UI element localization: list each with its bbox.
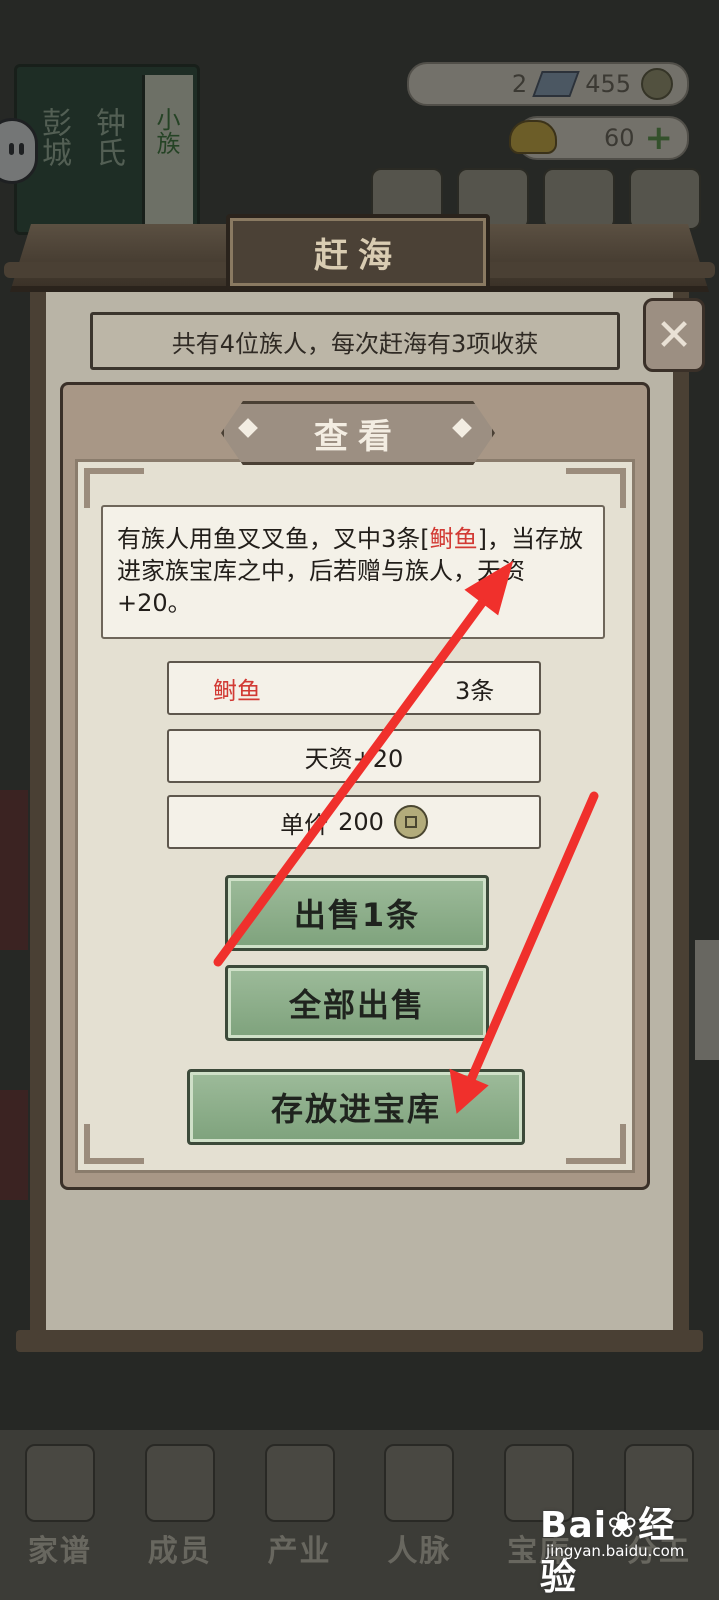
corner-ornament xyxy=(84,468,144,508)
price-value: 200 xyxy=(338,808,384,836)
item-row: 鲥鱼 3条 xyxy=(167,661,541,715)
item-quantity: 3条 xyxy=(455,676,495,705)
watermark-url: jingyan.baidu.com xyxy=(546,1542,685,1560)
price-label: 单价 xyxy=(280,810,329,839)
panel-floor xyxy=(16,1330,703,1352)
panel-title: 赶海 xyxy=(226,214,490,290)
coin-icon xyxy=(393,805,428,839)
corner-ornament xyxy=(566,1124,626,1164)
description-text: 有族人用鱼叉叉鱼，叉中3条[ xyxy=(117,525,430,553)
description-highlight: 鲥鱼 xyxy=(429,525,478,553)
popup-title: 查看 xyxy=(221,401,495,465)
corner-ornament xyxy=(84,1124,144,1164)
item-effect: 天资+20 xyxy=(304,744,404,773)
item-name: 鲥鱼 xyxy=(213,676,261,705)
panel-pillar xyxy=(673,282,689,1352)
price-row: 单价 200 xyxy=(167,795,541,849)
sell-one-button[interactable]: 出售1条 xyxy=(225,875,489,951)
corner-ornament xyxy=(566,468,626,508)
panel-pillar xyxy=(30,282,46,1352)
panel-summary: 共有4位族人，每次赶海有3项收获 xyxy=(90,312,620,370)
baidu-watermark: Bai❀经验 jingyan.baidu.com xyxy=(540,1490,710,1598)
sell-all-button[interactable]: 全部出售 xyxy=(225,965,489,1041)
close-button[interactable]: ✕ xyxy=(643,298,705,372)
store-in-treasury-button[interactable]: 存放进宝库 xyxy=(187,1069,525,1145)
event-description: 有族人用鱼叉叉鱼，叉中3条[鲥鱼]，当存放进家族宝库之中，后若赠与族人，天资+2… xyxy=(101,505,605,639)
close-icon: ✕ xyxy=(655,309,693,361)
effect-row: 天资+20 xyxy=(167,729,541,783)
view-popup: 查看 有族人用鱼叉叉鱼，叉中3条[鲥鱼]，当存放进家族宝库之中，后若赠与族人，天… xyxy=(60,382,650,1190)
